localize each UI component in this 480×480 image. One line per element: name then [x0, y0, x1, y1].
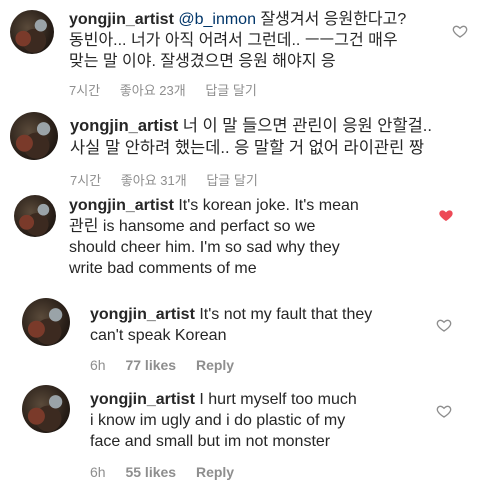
comment-line: can't speak Korean: [90, 327, 227, 344]
comment-username[interactable]: yongjin_artist: [70, 117, 178, 135]
avatar[interactable]: [14, 195, 56, 237]
comment-meta: 6h 77 likes Reply: [90, 357, 250, 373]
comment-line: 잘생겨서 응원한다고?: [260, 11, 407, 28]
comment-meta: 7시간 좋아요 23개 답글 달기: [69, 80, 273, 99]
comment-text: yongjin_artist @b_inmon 잘생겨서 응원한다고? 동빈아.…: [69, 9, 406, 72]
comment-line: 맞는 말 이야. 잘생겼으면 응원 해야지 응: [69, 53, 336, 70]
comment-line: 동빈아... 너가 아직 어려서 그런데.. ㅡㅡ그건 매우: [69, 32, 398, 49]
comment-username[interactable]: yongjin_artist: [90, 306, 195, 323]
comment-line: should cheer him. I'm so sad why they: [69, 239, 340, 256]
comment-likes[interactable]: 77 likes: [125, 357, 176, 373]
comment-time: 6h: [90, 464, 106, 480]
comment-line: 너 이 말 들으면 관린이 응원 안할걸..: [182, 117, 432, 135]
comment-username[interactable]: yongjin_artist: [69, 197, 174, 214]
reply-button[interactable]: 답글 달기: [206, 173, 257, 188]
comment-line: It's korean joke. It's mean: [178, 197, 359, 214]
comment-username[interactable]: yongjin_artist: [90, 391, 195, 408]
heart-icon[interactable]: [436, 403, 452, 419]
comment-line: I hurt myself too much: [199, 391, 357, 408]
comment-meta: 7시간 좋아요 31개 답글 달기: [70, 170, 274, 189]
comment-line: It's not my fault that they: [199, 306, 373, 323]
comment-line: i know im ugly and i do plastic of my: [90, 412, 346, 429]
comment-line: 관린 is hansome and perfact so we: [69, 218, 316, 235]
avatar[interactable]: [22, 298, 70, 346]
avatar[interactable]: [10, 112, 58, 160]
comment-meta: 6h 55 likes Reply: [90, 464, 250, 480]
comment-likes[interactable]: 좋아요 23개: [120, 83, 186, 98]
comment-text: yongjin_artist It's not my fault that th…: [90, 304, 372, 346]
comment-text: yongjin_artist 너 이 말 들으면 관린이 응원 안할걸.. 사실…: [70, 115, 432, 159]
comment-time: 6h: [90, 357, 106, 373]
comment-text: yongjin_artist It's korean joke. It's me…: [69, 195, 359, 279]
comment-likes[interactable]: 55 likes: [125, 464, 176, 480]
heart-icon[interactable]: [436, 317, 452, 333]
heart-icon[interactable]: [452, 23, 468, 39]
reply-button[interactable]: Reply: [196, 357, 234, 373]
avatar[interactable]: [10, 10, 54, 54]
avatar[interactable]: [22, 385, 70, 433]
comment-username[interactable]: yongjin_artist: [69, 11, 174, 28]
reply-button[interactable]: 답글 달기: [205, 83, 256, 98]
comment-time: 7시간: [70, 173, 102, 188]
reply-button[interactable]: Reply: [196, 464, 234, 480]
comment-time: 7시간: [69, 83, 101, 98]
comment-line: 사실 말 안하려 했는데.. 응 말할 거 없어 라이관린 짱: [70, 139, 425, 157]
comment-line: face and small but im not monster: [90, 433, 331, 450]
comment-text: yongjin_artist I hurt myself too much i …: [90, 389, 357, 452]
comment-line: write bad comments of me: [69, 260, 257, 277]
comment-mention[interactable]: @b_inmon: [178, 11, 256, 28]
comment-likes[interactable]: 좋아요 31개: [121, 173, 187, 188]
heart-icon[interactable]: [438, 207, 454, 223]
